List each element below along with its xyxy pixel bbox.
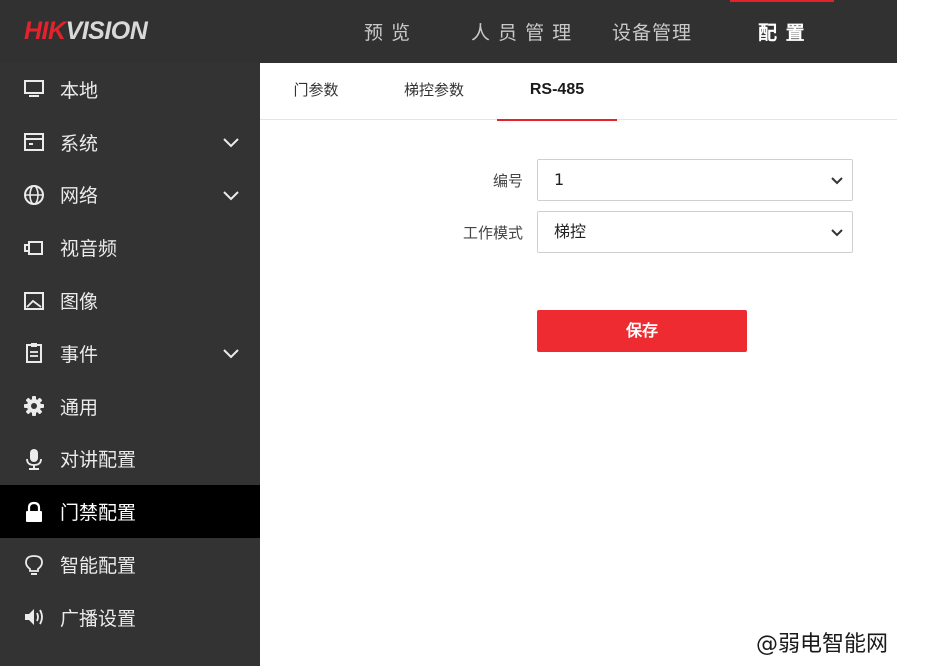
tab-door-parameters[interactable]: 门参数 xyxy=(291,63,341,120)
sidebar-item-label: 图像 xyxy=(60,291,99,314)
number-label: 编号 xyxy=(492,172,523,190)
monitor-icon xyxy=(22,77,46,101)
watermark: @弱电智能网 xyxy=(756,632,889,657)
lightbulb-icon xyxy=(22,553,46,577)
nav-preview[interactable]: 预 览 xyxy=(364,0,411,63)
sidebar-item-local[interactable]: 本地 xyxy=(0,63,260,116)
sidebar-item-image[interactable]: 图像 xyxy=(0,274,260,327)
sidebar-item-label: 智能配置 xyxy=(60,555,137,578)
microphone-icon xyxy=(22,447,46,471)
sidebar-item-label: 对讲配置 xyxy=(60,449,137,472)
sidebar-item-event[interactable]: 事件 xyxy=(0,327,260,380)
sidebar-item-access-control[interactable]: 门禁配置 xyxy=(0,485,260,539)
sidebar-item-label: 系统 xyxy=(60,132,99,155)
sidebar-item-label: 通用 xyxy=(60,396,99,419)
chevron-down-icon[interactable] xyxy=(221,132,241,152)
sidebar-item-label: 网络 xyxy=(60,185,99,208)
chevron-down-icon xyxy=(831,177,843,185)
sidebar-item-video-audio[interactable]: 视音频 xyxy=(0,221,260,274)
window-icon xyxy=(22,130,46,154)
number-select[interactable]: 1 xyxy=(537,159,853,201)
sidebar-item-label: 本地 xyxy=(60,79,99,102)
sidebar-item-smart[interactable]: 智能配置 xyxy=(0,538,260,591)
image-icon xyxy=(22,289,46,313)
save-button[interactable]: 保存 xyxy=(537,310,747,352)
nav-personnel-management[interactable]: 人 员 管 理 xyxy=(471,0,572,63)
chevron-down-icon xyxy=(831,229,843,237)
work-mode-label: 工作模式 xyxy=(462,224,523,242)
sidebar-item-network[interactable]: 网络 xyxy=(0,169,260,222)
chevron-down-icon[interactable] xyxy=(221,343,241,363)
video-icon xyxy=(22,236,46,260)
speaker-icon xyxy=(22,605,46,629)
clipboard-icon xyxy=(22,341,46,365)
work-mode-value: 梯控 xyxy=(554,222,587,241)
work-mode-select[interactable]: 梯控 xyxy=(537,211,853,253)
sidebar-item-label: 门禁配置 xyxy=(60,502,137,525)
nav-configuration[interactable]: 配 置 xyxy=(730,0,834,63)
main-content: 门参数 梯控参数 RS-485 编号 1 工作模式 梯控 保存 xyxy=(260,63,897,666)
sidebar-item-system[interactable]: 系统 xyxy=(0,116,260,169)
nav-device-management[interactable]: 设备管理 xyxy=(612,0,692,63)
sidebar-item-label: 广播设置 xyxy=(60,607,137,630)
sidebar-item-broadcast[interactable]: 广播设置 xyxy=(0,591,260,644)
lock-icon xyxy=(22,500,46,524)
page-margin xyxy=(897,0,928,666)
globe-icon xyxy=(22,183,46,207)
tab-elevator-control-parameters[interactable]: 梯控参数 xyxy=(401,63,467,120)
sub-tab-bar: 门参数 梯控参数 RS-485 xyxy=(260,63,897,121)
gear-icon xyxy=(22,394,46,418)
sidebar-item-general[interactable]: 通用 xyxy=(0,380,260,433)
tab-rs485[interactable]: RS-485 xyxy=(497,63,617,121)
chevron-down-icon[interactable] xyxy=(221,185,241,205)
sidebar-item-label: 视音频 xyxy=(60,238,118,261)
top-bar: HIKVISION 预 览 人 员 管 理 设备管理 配 置 xyxy=(0,0,897,63)
number-value: 1 xyxy=(554,170,565,189)
sidebar-item-label: 事件 xyxy=(60,343,99,366)
sidebar-item-intercom[interactable]: 对讲配置 xyxy=(0,433,260,486)
hikvision-logo: HIKVISION xyxy=(24,17,148,45)
sidebar: 本地 系统 网络 视音频 图像 事件 通用 对讲配置 门禁配置 智能配置 广播设… xyxy=(0,63,260,666)
